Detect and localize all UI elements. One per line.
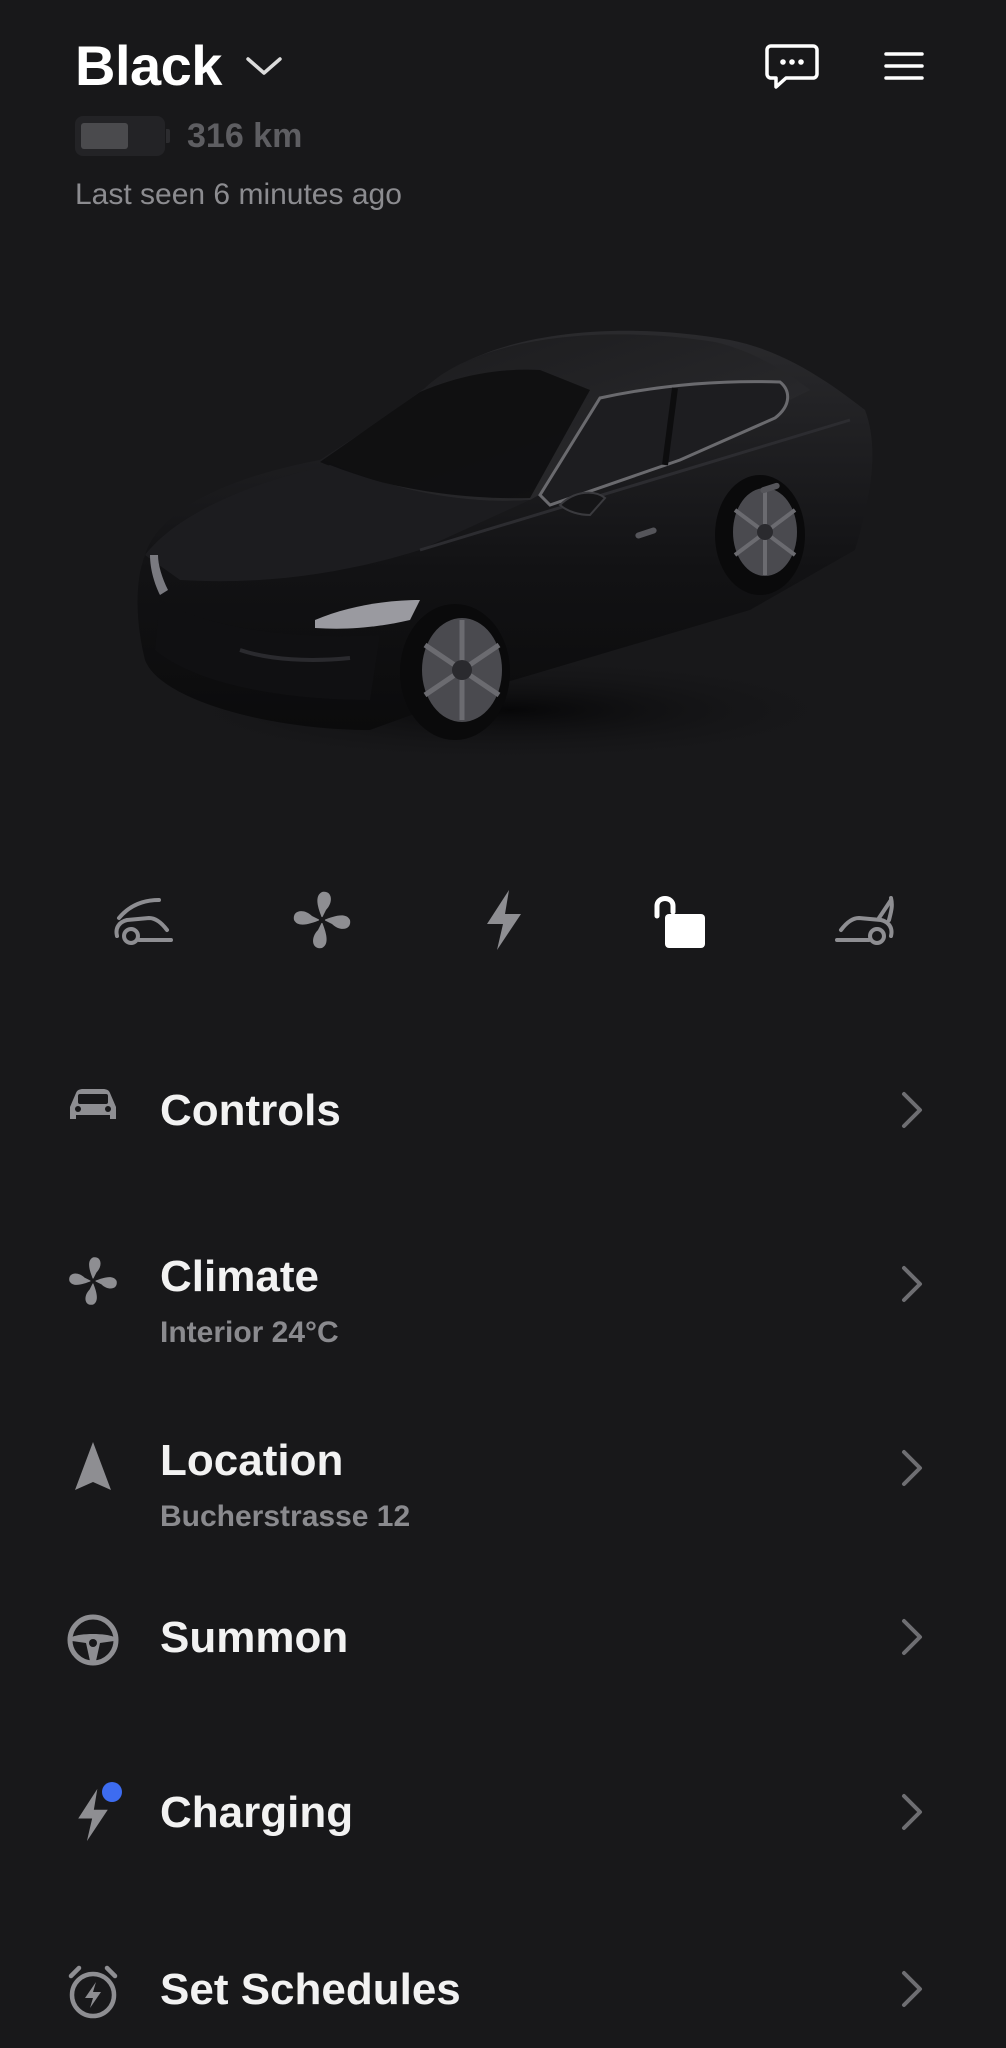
chevron-right-icon	[902, 1794, 922, 1830]
chevron-right-icon	[902, 1092, 922, 1128]
menu-item-title: Set Schedules	[160, 1965, 461, 2014]
battery-fill	[81, 123, 128, 149]
frunk-button[interactable]	[100, 878, 184, 962]
charge-port-button[interactable]	[462, 878, 546, 962]
navigation-arrow-icon	[62, 1436, 124, 1498]
menu-item-title: Climate	[160, 1252, 319, 1301]
climate-quick-button[interactable]	[280, 878, 364, 962]
alarm-clock-icon	[62, 1961, 124, 2023]
menu-button[interactable]	[874, 40, 934, 92]
unlock-button[interactable]	[636, 878, 720, 962]
location-subtitle: Bucherstrasse 12	[160, 1500, 411, 1533]
chevron-right-icon	[902, 1266, 922, 1302]
chevron-right-icon	[902, 1971, 922, 2007]
quick-actions-bar	[0, 870, 1006, 970]
chat-icon	[765, 44, 819, 89]
trunk-icon	[835, 896, 894, 945]
battery-icon	[75, 116, 170, 156]
chevron-down-icon	[246, 57, 282, 75]
trunk-button[interactable]	[824, 878, 908, 962]
app-root: Black 316 km Last seen 6 minutes ago Con…	[0, 0, 1006, 2048]
unlock-icon	[654, 896, 705, 948]
battery-status: 316 km	[75, 116, 302, 156]
vehicle-name: Black	[75, 34, 222, 97]
climate-subtitle: Interior 24°C	[160, 1316, 339, 1349]
menu-item-charging[interactable]: Charging	[0, 1740, 1006, 1890]
range-text: 316 km	[187, 116, 303, 155]
last-seen-text: Last seen 6 minutes ago	[75, 178, 402, 211]
menu-item-title: Summon	[160, 1613, 349, 1662]
menu-item-location[interactable]: Location Bucherstrasse 12	[0, 1390, 1006, 1540]
car-icon	[62, 1074, 124, 1136]
vehicle-selector[interactable]: Black	[75, 32, 284, 100]
chevron-right-icon	[902, 1450, 922, 1486]
menu-item-summon[interactable]: Summon	[0, 1565, 1006, 1715]
menu-item-title: Controls	[160, 1086, 341, 1135]
hamburger-menu-icon	[884, 52, 924, 80]
menu-item-title: Location	[160, 1436, 344, 1485]
fan-icon	[293, 891, 351, 949]
frunk-icon	[114, 898, 173, 945]
lightning-icon	[487, 890, 521, 950]
chevron-right-icon	[902, 1619, 922, 1655]
steering-wheel-icon	[62, 1609, 124, 1671]
menu-item-controls[interactable]: Controls	[0, 1030, 1006, 1180]
menu-item-climate[interactable]: Climate Interior 24°C	[0, 1200, 1006, 1350]
notification-badge	[102, 1782, 122, 1802]
menu-item-schedules[interactable]: Set Schedules	[0, 1915, 1006, 2048]
chat-button[interactable]	[762, 40, 822, 92]
fan-icon	[62, 1250, 124, 1312]
menu-item-title: Charging	[160, 1788, 354, 1837]
header: Black 316 km Last seen 6 minutes ago	[0, 0, 1006, 240]
vehicle-image	[120, 300, 890, 770]
